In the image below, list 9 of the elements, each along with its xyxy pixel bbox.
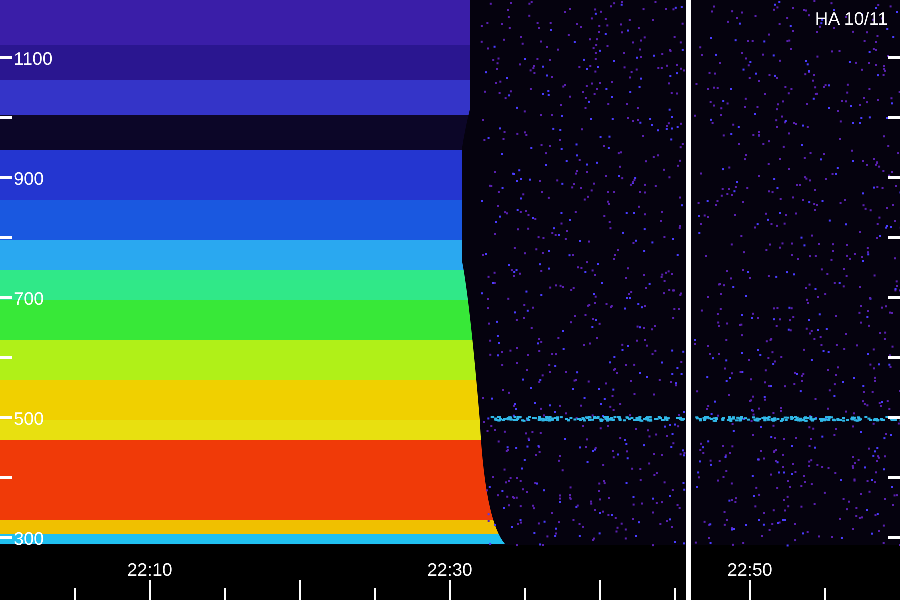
x-axis-label: 22:10 [127, 560, 173, 580]
y-axis-label: 900 [14, 169, 44, 189]
y-axis-label: 300 [14, 529, 44, 549]
y-axis-label: 500 [14, 409, 44, 429]
y-axis-label: 1100 [14, 49, 53, 69]
x-axis-label: 22:50 [727, 560, 773, 580]
x-axis-label: 22:30 [427, 560, 473, 580]
chart-title: HA 10/11 [815, 9, 888, 29]
y-axis-label: 700 [14, 289, 44, 309]
